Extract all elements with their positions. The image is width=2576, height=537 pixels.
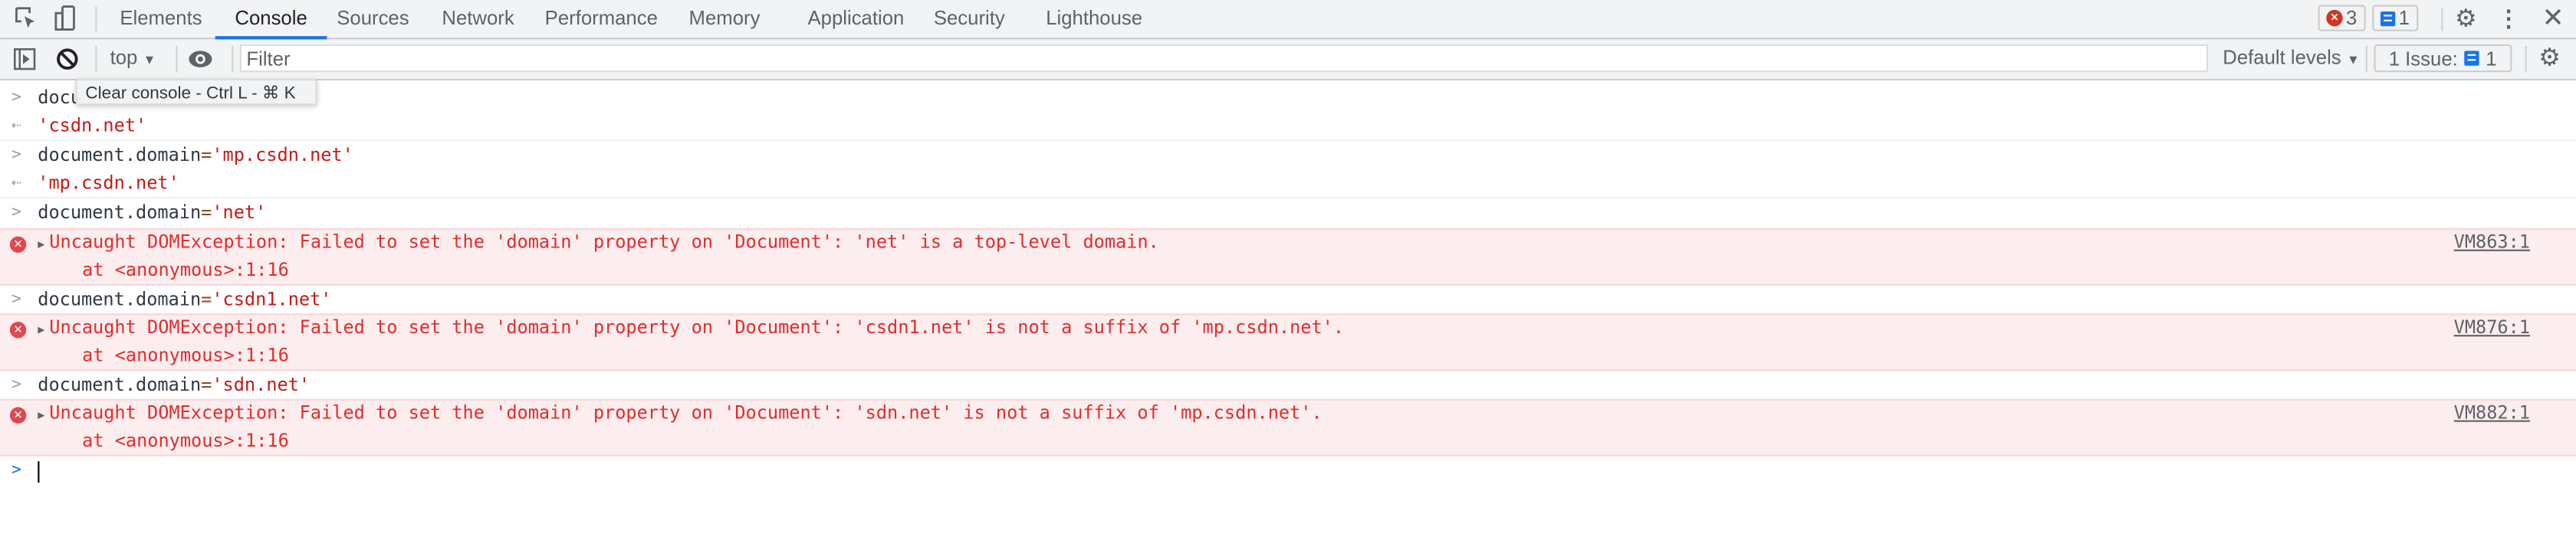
console-error-row: ✕ ▶ Uncaught DOMException: Failed to set … <box>0 228 2576 286</box>
error-icon: ✕ <box>9 407 27 424</box>
console-error-row: ✕ ▶ Uncaught DOMException: Failed to set … <box>0 313 2576 372</box>
console-toolbar: top ▼ Filter Default levels ▼ 1 Issue: 1… <box>0 39 2576 80</box>
message-count-button[interactable]: 1 <box>2372 5 2418 31</box>
expand-triangle-icon[interactable]: ▶ <box>38 402 49 428</box>
console-input-row: > document.domain='net' <box>0 198 2576 228</box>
error-message: Uncaught DOMException: Failed to set the… <box>49 402 1322 424</box>
console-input-row: > document.domain='sdn.net' <box>0 371 2576 398</box>
log-levels-dropdown[interactable]: Default levels ▼ <box>2223 44 2360 74</box>
string-literal: 'mp.csdn.net' <box>212 144 353 166</box>
input-code: docu <box>38 87 82 109</box>
error-count-button[interactable]: × 3 <box>2318 5 2366 31</box>
input-chevron-icon: > <box>12 375 21 395</box>
filter-placeholder: Filter <box>246 47 291 71</box>
tab-sources[interactable]: Sources <box>337 0 409 38</box>
error-stack: at <anonymous>:1:16 <box>82 259 289 281</box>
console-error-row: ✕ ▶ Uncaught DOMException: Failed to set … <box>0 398 2576 457</box>
error-icon: ✕ <box>9 236 27 253</box>
devtools-tab-bar: Elements Console Sources Network Perform… <box>0 0 2576 40</box>
error-message: Uncaught DOMException: Failed to set the… <box>49 316 1345 339</box>
expand-triangle-icon[interactable]: ▶ <box>38 317 49 343</box>
operator: = <box>201 289 212 310</box>
message-icon <box>2380 10 2396 26</box>
tab-performance[interactable]: Performance <box>545 0 658 38</box>
input-code: document.domain <box>38 374 202 396</box>
console-prompt[interactable]: > <box>0 457 2576 486</box>
source-link[interactable]: VM882:1 <box>2454 401 2530 427</box>
issues-label: 1 Issue: <box>2388 47 2458 70</box>
result-arrow-icon: ⇠ <box>12 174 21 192</box>
kebab-menu-icon[interactable]: ⋮ <box>2496 4 2522 31</box>
input-code: document.domain <box>38 289 202 310</box>
dropdown-arrow-icon: ▼ <box>2346 52 2360 67</box>
tab-network[interactable]: Network <box>442 0 514 38</box>
close-icon[interactable]: ✕ <box>2540 5 2566 32</box>
input-code: document.domain <box>38 201 202 224</box>
sidebar-toggle-icon[interactable] <box>12 46 38 72</box>
message-icon <box>2464 51 2479 66</box>
input-chevron-icon: > <box>12 146 21 165</box>
console-input-row: > document.domain='mp.csdn.net' <box>0 141 2576 169</box>
error-icon: ✕ <box>9 322 27 339</box>
filter-input[interactable]: Filter <box>239 44 2208 73</box>
tab-memory[interactable]: Memory <box>689 0 761 38</box>
tab-lighthouse[interactable]: Lighthouse <box>1046 0 1142 38</box>
input-code: document.domain <box>38 144 202 166</box>
string-literal: 'sdn.net' <box>212 374 310 396</box>
text-cursor <box>38 460 40 482</box>
inspect-element-icon[interactable] <box>13 5 39 31</box>
divider <box>2441 8 2443 31</box>
operator: = <box>201 374 212 396</box>
dropdown-arrow-icon: ▼ <box>143 52 156 67</box>
gear-icon[interactable]: ⚙ <box>2453 5 2479 32</box>
tab-elements[interactable]: Elements <box>120 0 202 38</box>
console-result-row: ⇠ 'mp.csdn.net' <box>0 169 2576 199</box>
context-label: top <box>110 46 138 69</box>
tab-security[interactable]: Security <box>934 0 1005 38</box>
input-chevron-icon: > <box>12 203 21 222</box>
divider <box>2365 46 2367 73</box>
divider <box>95 6 97 31</box>
expand-triangle-icon[interactable]: ▶ <box>38 231 49 257</box>
clear-console-tooltip: Clear console - Ctrl L - ⌘ K <box>75 78 317 106</box>
result-value: 'csdn.net' <box>38 115 147 136</box>
divider <box>176 46 178 73</box>
clear-console-icon[interactable] <box>54 46 80 72</box>
operator: = <box>201 201 212 224</box>
tab-application[interactable]: Application <box>808 0 905 38</box>
result-value: 'mp.csdn.net' <box>38 172 179 194</box>
issues-count: 1 <box>2486 47 2497 70</box>
divider <box>95 46 97 73</box>
console-input-row: > docu <box>0 83 2576 111</box>
source-link[interactable]: VM863:1 <box>2454 230 2530 256</box>
console-output: > docu ⇠'csdn.net' > document.domain='mp.c… <box>0 80 2576 486</box>
tab-console[interactable]: Console <box>215 0 327 40</box>
source-link[interactable]: VM876:1 <box>2454 315 2530 341</box>
context-selector[interactable]: top ▼ <box>110 44 156 74</box>
string-literal: 'net' <box>212 201 267 224</box>
console-result-row: ⇠ 'csdn.net' <box>0 112 2576 142</box>
divider <box>2525 46 2527 73</box>
input-chevron-icon: > <box>12 88 21 107</box>
log-levels-label: Default levels <box>2223 46 2341 69</box>
error-count: 3 <box>2346 6 2358 30</box>
console-input-row: > document.domain='csdn1.net' <box>0 286 2576 313</box>
prompt-chevron-icon: > <box>12 461 21 480</box>
divider <box>232 46 234 73</box>
error-stack: at <anonymous>:1:16 <box>82 430 289 452</box>
console-settings-gear-icon[interactable]: ⚙ <box>2537 44 2563 72</box>
error-message: Uncaught DOMException: Failed to set the… <box>49 231 1159 253</box>
string-literal: 'csdn1.net' <box>212 289 332 310</box>
error-stack: at <anonymous>:1:16 <box>82 345 289 366</box>
issues-button[interactable]: 1 Issue: 1 <box>2374 44 2512 73</box>
input-chevron-icon: > <box>12 290 21 309</box>
live-expression-eye-icon[interactable] <box>187 46 213 72</box>
error-icon: × <box>2326 9 2343 27</box>
message-count: 1 <box>2398 6 2410 30</box>
device-toolbar-icon[interactable] <box>53 5 79 31</box>
operator: = <box>201 144 212 166</box>
result-arrow-icon: ⇠ <box>12 116 21 135</box>
